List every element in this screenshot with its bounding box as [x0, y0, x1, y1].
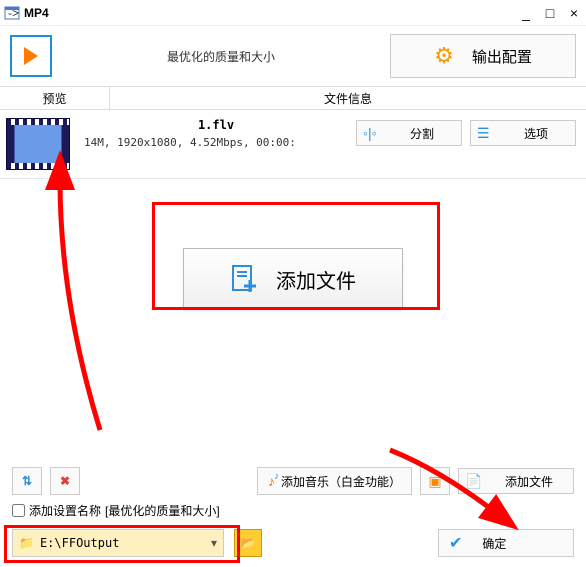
app-icon — [4, 5, 20, 21]
output-path-select[interactable]: 📁 E:\FFOutput ▾ — [12, 529, 224, 557]
music-icon: ♪ — [268, 473, 275, 489]
options-icon: ☰ — [477, 125, 493, 142]
export-icon: ▣ — [428, 473, 441, 490]
add-file-big-label: 添加文件 — [276, 265, 356, 294]
file-thumbnail[interactable] — [6, 118, 70, 170]
settings-name-checkbox[interactable] — [12, 504, 25, 517]
export-button[interactable]: ▣ — [420, 467, 450, 495]
col-preview: 预览 — [0, 87, 110, 109]
settings-name-suffix: [最优化的质量和大小] — [105, 502, 220, 519]
add-file-big-button[interactable]: 添加文件 — [183, 248, 403, 310]
output-row: 📁 E:\FFOutput ▾ 📂 ✔ 确定 — [0, 529, 586, 557]
split-button[interactable]: ◦|◦ 分割 — [356, 120, 462, 146]
output-config-label: 输出配置 — [472, 46, 532, 67]
sort-icon: ⇅ — [22, 474, 32, 488]
open-folder-button[interactable]: 📂 — [234, 529, 262, 557]
quality-label: 最优化的质量和大小 — [62, 48, 380, 65]
file-name: 1.flv — [84, 118, 348, 132]
split-label: 分割 — [393, 125, 461, 142]
settings-name-row: 添加设置名称 [最优化的质量和大小] — [12, 502, 220, 519]
output-path-text: E:\FFOutput — [40, 536, 205, 550]
split-icon: ◦|◦ — [363, 125, 379, 141]
play-icon — [10, 35, 52, 77]
delete-button[interactable]: ✖ — [50, 467, 80, 495]
add-file-icon — [230, 264, 260, 294]
file-row: 1.flv 14M, 1920x1080, 4.52Mbps, 00:00: ◦… — [0, 110, 586, 179]
file-meta: 1.flv 14M, 1920x1080, 4.52Mbps, 00:00: — [76, 114, 356, 174]
table-header: 预览 文件信息 — [0, 86, 586, 110]
target-format: MP4 — [24, 6, 49, 20]
sort-button[interactable]: ⇅ — [12, 467, 42, 495]
check-icon: ✔ — [449, 533, 462, 553]
bottom-toolbar: ⇅ ✖ ♪ 添加音乐（白金功能） ▣ 📄 添加文件 — [0, 467, 586, 495]
maximize-button[interactable]: □ — [542, 5, 558, 21]
titlebar: -> MP4 _ □ × — [0, 0, 586, 26]
folder-icon: 📁 — [19, 536, 34, 550]
add-music-button[interactable]: ♪ 添加音乐（白金功能） — [257, 467, 412, 495]
gear-icon: ⚙ — [434, 43, 454, 69]
col-info: 文件信息 — [110, 87, 586, 109]
add-file-small-icon: 📄 — [465, 473, 481, 490]
chevron-down-icon: ▾ — [211, 536, 217, 550]
file-info: 14M, 1920x1080, 4.52Mbps, 00:00: — [84, 136, 348, 149]
options-label: 选项 — [507, 125, 575, 142]
add-file-small-label: 添加文件 — [495, 473, 573, 490]
confirm-button[interactable]: ✔ 确定 — [438, 529, 574, 557]
output-config-button[interactable]: ⚙ 输出配置 — [390, 34, 576, 78]
center-area: 添加文件 — [0, 179, 586, 379]
close-button[interactable]: × — [566, 5, 582, 21]
add-file-small-button[interactable]: 📄 添加文件 — [458, 468, 574, 494]
delete-icon: ✖ — [60, 474, 70, 488]
window-controls: _ □ × — [518, 5, 582, 21]
settings-name-label: 添加设置名称 — [29, 502, 101, 519]
minimize-button[interactable]: _ — [518, 5, 534, 21]
file-actions: ◦|◦ 分割 ☰ 选项 — [356, 114, 586, 174]
options-button[interactable]: ☰ 选项 — [470, 120, 576, 146]
open-folder-icon: 📂 — [241, 536, 256, 550]
top-row: 最优化的质量和大小 ⚙ 输出配置 — [0, 26, 586, 86]
add-music-label: 添加音乐（白金功能） — [281, 473, 401, 490]
confirm-label: 确定 — [482, 535, 506, 552]
